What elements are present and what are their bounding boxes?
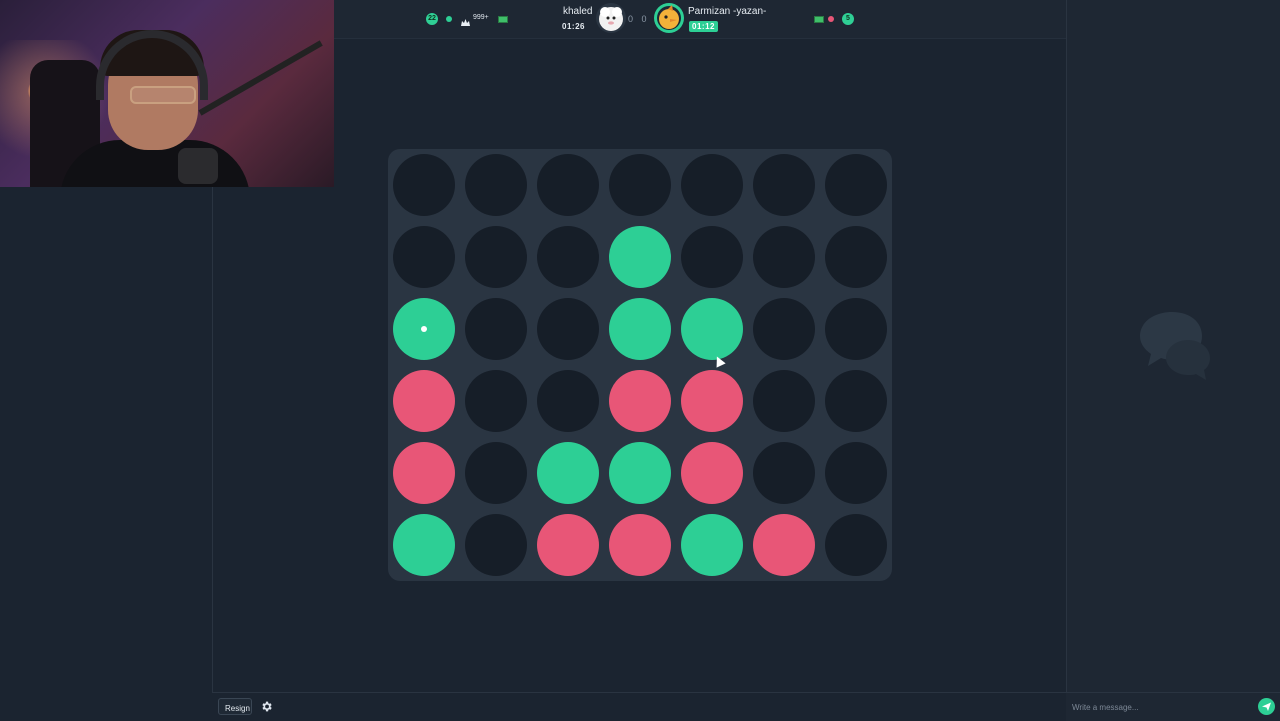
right-player-status-dot	[828, 16, 834, 22]
board-slot-empty[interactable]	[753, 298, 815, 360]
left-side-panel	[0, 187, 213, 720]
board-slot-empty[interactable]	[537, 298, 599, 360]
board-slot-empty[interactable]	[825, 226, 887, 288]
bird-avatar-icon	[654, 3, 684, 33]
board-slot-empty[interactable]	[753, 442, 815, 504]
board-disc-red[interactable]	[681, 370, 743, 432]
board-disc-green[interactable]	[609, 298, 671, 360]
board-disc-red[interactable]	[393, 370, 455, 432]
board-disc-green[interactable]	[681, 514, 743, 576]
webcam-overlay	[0, 0, 334, 187]
board-slot-empty[interactable]	[465, 442, 527, 504]
board-disc-red[interactable]	[537, 514, 599, 576]
board-slot-empty[interactable]	[537, 154, 599, 216]
left-player-rating-badge: 22	[426, 13, 438, 25]
right-player-flag-icon	[814, 16, 824, 23]
board-slot-empty[interactable]	[393, 226, 455, 288]
match-score: 0 0	[628, 14, 650, 24]
connect-four-board[interactable]	[388, 149, 892, 581]
board-disc-green[interactable]	[393, 298, 455, 360]
board-slot-empty[interactable]	[753, 370, 815, 432]
chat-bubbles-icon	[1136, 310, 1214, 384]
board-slot-empty[interactable]	[393, 154, 455, 216]
board-slot-empty[interactable]	[825, 154, 887, 216]
gear-icon	[262, 701, 272, 712]
last-move-marker	[421, 326, 427, 332]
board-disc-green[interactable]	[537, 442, 599, 504]
glasses	[130, 86, 196, 104]
board-slot-empty[interactable]	[465, 154, 527, 216]
left-player-name: khaled	[563, 6, 593, 17]
board-slot-empty[interactable]	[753, 154, 815, 216]
board-disc-green[interactable]	[609, 442, 671, 504]
board-disc-red[interactable]	[609, 514, 671, 576]
board-slot-empty[interactable]	[825, 442, 887, 504]
send-button[interactable]	[1258, 698, 1275, 715]
board-slot-empty[interactable]	[537, 370, 599, 432]
board-disc-red[interactable]	[609, 370, 671, 432]
right-player-timer: 01:12	[689, 21, 718, 32]
board-disc-green[interactable]	[609, 226, 671, 288]
right-player-name: Parmizan -yazan-	[688, 6, 767, 17]
left-player-flag-icon	[498, 16, 508, 23]
board-disc-red[interactable]	[753, 514, 815, 576]
board-slot-empty[interactable]	[465, 226, 527, 288]
board-slot-empty[interactable]	[465, 514, 527, 576]
left-player-status-dot	[446, 16, 452, 22]
resign-button[interactable]: Resign	[218, 698, 252, 715]
send-icon	[1262, 702, 1271, 711]
board-disc-green[interactable]	[681, 298, 743, 360]
board-disc-red[interactable]	[393, 442, 455, 504]
mic-arm	[198, 40, 323, 116]
game-controls-bar	[212, 692, 1066, 721]
board-slot-empty[interactable]	[465, 298, 527, 360]
board-slot-empty[interactable]	[681, 154, 743, 216]
board-slot-empty[interactable]	[825, 514, 887, 576]
microphone	[178, 148, 218, 184]
left-player-crown-count: 999+	[473, 14, 489, 21]
board-disc-green[interactable]	[393, 514, 455, 576]
chat-message-input[interactable]	[1070, 698, 1254, 716]
board-slot-empty[interactable]	[681, 226, 743, 288]
settings-button[interactable]	[260, 700, 273, 713]
crown-icon	[461, 14, 470, 26]
board-slot-empty[interactable]	[825, 370, 887, 432]
sheep-avatar-icon	[596, 3, 626, 33]
board-slot-empty[interactable]	[825, 298, 887, 360]
right-player-rating-badge: 5	[842, 13, 854, 25]
board-slot-empty[interactable]	[465, 370, 527, 432]
board-slot-empty[interactable]	[609, 154, 671, 216]
left-player-timer: 01:26	[562, 22, 585, 31]
board-slot-empty[interactable]	[537, 226, 599, 288]
board-slot-empty[interactable]	[753, 226, 815, 288]
board-disc-red[interactable]	[681, 442, 743, 504]
